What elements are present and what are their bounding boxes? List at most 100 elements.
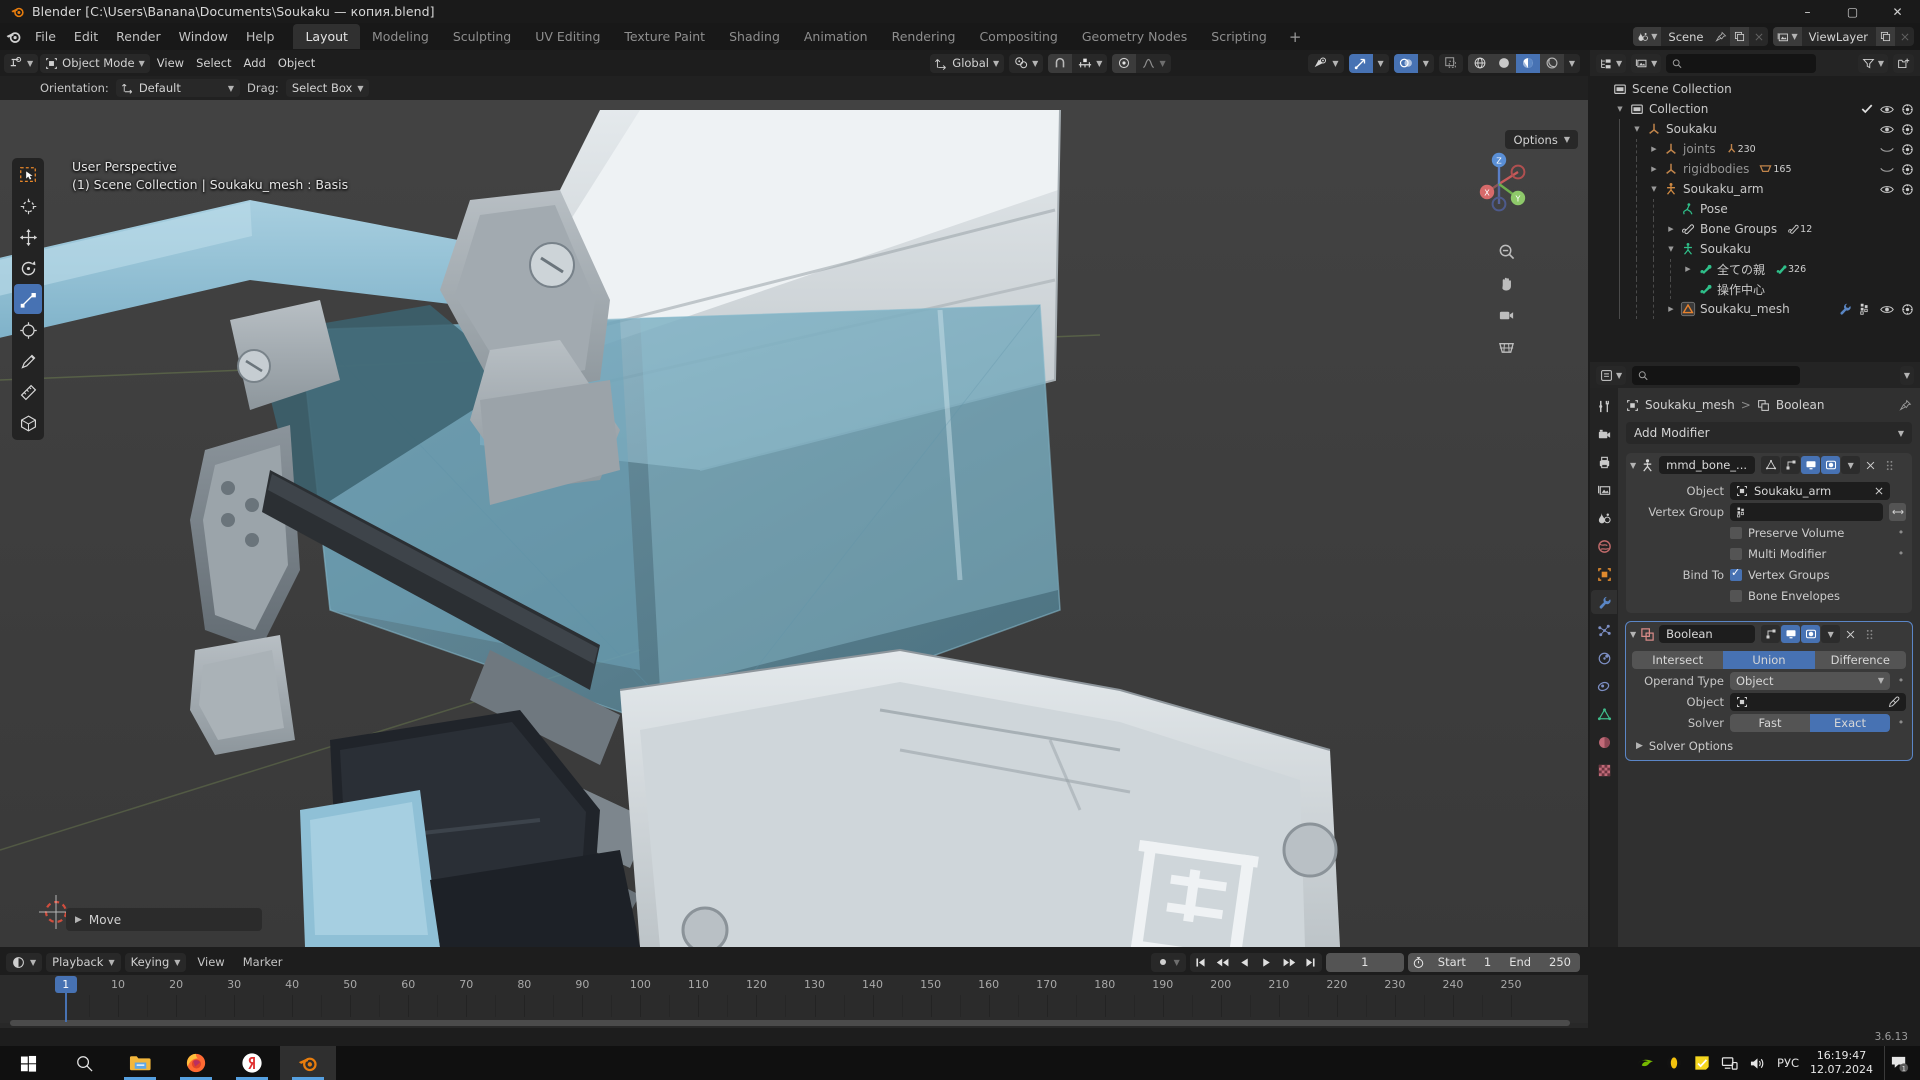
tab-physics[interactable]: [1591, 646, 1617, 670]
add-cube-tool-icon[interactable]: [14, 408, 42, 438]
gizmo-toggle-group[interactable]: ▼: [1348, 53, 1389, 73]
move-tool-icon[interactable]: [14, 222, 42, 252]
properties-search[interactable]: [1632, 365, 1801, 385]
gizmo-icon[interactable]: [1348, 53, 1373, 73]
modifier-name[interactable]: Boolean: [1659, 625, 1756, 643]
disclosure-triangle[interactable]: ▶: [1647, 165, 1661, 173]
pan-hand-icon[interactable]: [1493, 270, 1519, 296]
maximize-button[interactable]: ▢: [1830, 0, 1875, 23]
tab-layout[interactable]: Layout: [293, 24, 360, 49]
operand-type-dropdown[interactable]: Object ▼: [1730, 671, 1890, 690]
operation-union[interactable]: Union: [1723, 650, 1815, 669]
object-mode-selector[interactable]: Object Mode ▼: [40, 53, 150, 73]
solver-fast[interactable]: Fast: [1730, 713, 1810, 732]
disable-in-renders-icon[interactable]: [1901, 183, 1914, 196]
delete-scene-icon[interactable]: [1749, 27, 1768, 46]
wrench-icon[interactable]: [1838, 302, 1852, 316]
outliner-row-toggles[interactable]: [1880, 123, 1914, 136]
playback-menu[interactable]: Playback ▼: [46, 952, 121, 972]
realtime-display-icon[interactable]: [1801, 456, 1821, 474]
jump-to-next-keyframe-icon[interactable]: [1278, 953, 1300, 972]
outliner-row-toggles[interactable]: [1838, 302, 1914, 316]
animate-dot[interactable]: •: [1896, 716, 1906, 729]
tab-modeling[interactable]: Modeling: [360, 24, 441, 49]
overlay-toggle-group[interactable]: ▼: [1393, 53, 1434, 73]
outliner-item-label[interactable]: rigidbodies: [1680, 162, 1749, 176]
outliner-item-label[interactable]: Bone Groups: [1697, 222, 1777, 236]
opera-icon[interactable]: [1665, 1055, 1682, 1072]
tab-render[interactable]: [1591, 422, 1617, 446]
modifier-name[interactable]: mmd_bone_...: [1659, 456, 1756, 474]
end-frame-value[interactable]: 250: [1540, 955, 1580, 969]
disclosure-triangle[interactable]: ▼: [1630, 125, 1644, 133]
outliner-search-input[interactable]: [1687, 56, 1811, 70]
bone-envelopes-checkbox[interactable]: [1730, 589, 1742, 602]
transform-orientation-selector[interactable]: Global ▼: [930, 53, 1005, 73]
language-indicator[interactable]: РУС: [1777, 1056, 1799, 1070]
windows-taskbar[interactable]: РУС 16:19:47 12.07.2024 1: [0, 1046, 1920, 1080]
outliner-row-pose[interactable]: Pose: [1590, 199, 1920, 219]
disclosure-triangle[interactable]: ▶: [1664, 305, 1678, 313]
orientation-dropdown[interactable]: Default ▼: [115, 79, 240, 97]
edit-mode-display-icon[interactable]: [1761, 625, 1781, 643]
tab-modifiers[interactable]: [1591, 590, 1617, 614]
hide-in-viewport-icon[interactable]: [1880, 183, 1894, 196]
overlays-icon[interactable]: [1393, 53, 1418, 73]
viewport-options-button[interactable]: Options ▼: [1505, 130, 1578, 149]
shading-options-chevron[interactable]: ▼: [1564, 54, 1580, 73]
viewport-menu-view[interactable]: View: [152, 54, 189, 73]
outliner-item-label[interactable]: Soukaku: [1697, 242, 1751, 256]
modifier-display-toggles[interactable]: ▼: [1761, 456, 1900, 474]
tweak-select-tool-icon[interactable]: [14, 160, 42, 190]
outliner-row-collection[interactable]: ▼ Collection: [1590, 99, 1920, 119]
edit-mode-display-icon[interactable]: [1781, 456, 1801, 474]
modifier-extras-icon[interactable]: ▼: [1821, 625, 1841, 643]
armature-object-field[interactable]: Soukaku_arm: [1730, 481, 1890, 500]
timeline-menu-marker[interactable]: Marker: [236, 955, 290, 969]
disable-in-renders-icon[interactable]: [1901, 123, 1914, 136]
outliner-filter-button[interactable]: ▼: [1857, 53, 1888, 73]
outliner-item-label[interactable]: 操作中心: [1714, 281, 1765, 298]
tab-particles[interactable]: [1591, 618, 1617, 642]
delete-viewlayer-icon[interactable]: [1895, 27, 1914, 46]
zoom-icon[interactable]: [1493, 238, 1519, 264]
pin-icon[interactable]: [1711, 27, 1730, 46]
armature-object-row[interactable]: Object Soukaku_arm: [1632, 480, 1906, 501]
notification-center-icon[interactable]: 1: [1884, 1046, 1914, 1080]
camera-view-icon[interactable]: [1493, 302, 1519, 328]
jump-to-start-icon[interactable]: [1190, 953, 1212, 972]
outliner-new-collection-button[interactable]: [1893, 53, 1914, 73]
disable-in-renders-icon[interactable]: [1901, 103, 1914, 116]
disclosure-triangle[interactable]: ▶: [1664, 225, 1678, 233]
bind-to-bone-envelopes-row[interactable]: Bone Envelopes: [1632, 585, 1906, 606]
search-icon[interactable]: [56, 1046, 112, 1080]
properties-editor[interactable]: ▼ ▼ Soukaku_mesh > Boolean Add Modifier …: [1590, 362, 1920, 947]
hide-in-viewport-icon[interactable]: [1880, 163, 1894, 176]
menu-help[interactable]: Help: [237, 25, 284, 48]
frame-range-fields[interactable]: Start 1 End 250: [1407, 952, 1580, 972]
scale-tool-icon[interactable]: [14, 284, 42, 314]
clear-object-icon[interactable]: [1874, 486, 1884, 496]
disable-in-renders-icon[interactable]: [1901, 143, 1914, 156]
outliner-row-soukaku-mesh[interactable]: ▶ Soukaku_mesh: [1590, 299, 1920, 319]
disclosure-triangle[interactable]: ▼: [1647, 185, 1661, 193]
cursor-tool-icon[interactable]: [14, 191, 42, 221]
outliner-row-bone-groups[interactable]: ▶ Bone Groups 12: [1590, 219, 1920, 239]
modifier-header[interactable]: ▼ Boolean ▼: [1626, 622, 1912, 646]
tab-world[interactable]: [1591, 534, 1617, 558]
notes-icon[interactable]: [1693, 1055, 1710, 1072]
tab-object[interactable]: [1591, 562, 1617, 586]
tab-texture[interactable]: [1591, 758, 1617, 782]
close-button[interactable]: ✕: [1875, 0, 1920, 23]
outliner-item-label[interactable]: Soukaku_mesh: [1697, 302, 1790, 316]
solver-segments[interactable]: Fast Exact: [1730, 713, 1890, 732]
render-display-icon[interactable]: [1801, 625, 1821, 643]
outliner-item-label[interactable]: 全ての親: [1714, 261, 1765, 278]
tab-tool[interactable]: [1591, 394, 1617, 418]
outliner-search[interactable]: [1666, 53, 1817, 73]
jump-to-end-icon[interactable]: [1300, 953, 1322, 972]
disable-in-renders-icon[interactable]: [1901, 303, 1914, 316]
menu-file[interactable]: File: [26, 25, 65, 48]
start-frame-value[interactable]: 1: [1475, 955, 1500, 969]
drag-handle-icon[interactable]: [1861, 625, 1880, 643]
